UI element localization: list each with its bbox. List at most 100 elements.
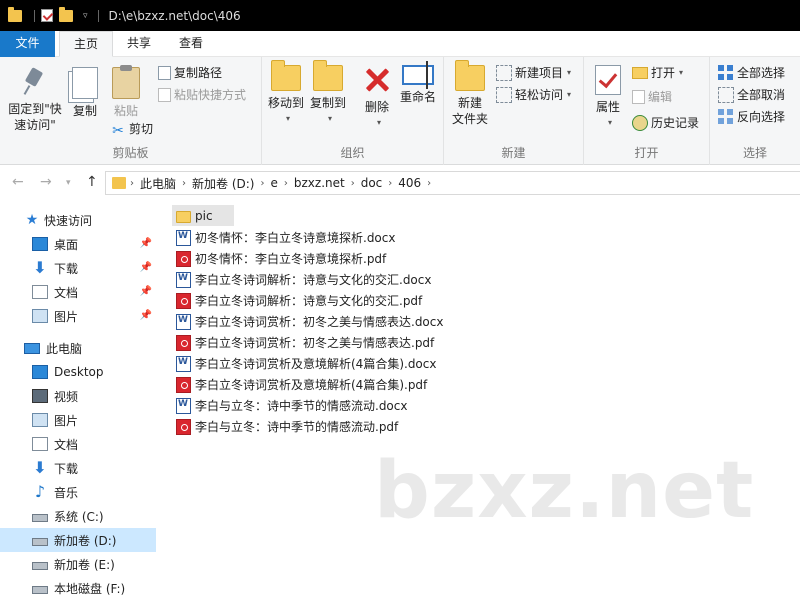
nav-this-pc[interactable]: 此电脑 <box>24 336 156 360</box>
tab-file[interactable]: 文件 <box>0 31 55 57</box>
list-item[interactable]: pic <box>172 205 234 226</box>
file-name: 李白与立冬：诗中季节的情感流动.docx <box>195 399 408 413</box>
breadcrumb-separator-icon[interactable]: › <box>427 178 431 189</box>
nav-item-documents[interactable]: 文档 <box>32 432 156 456</box>
nav-item-desktop[interactable]: Desktop <box>32 360 156 384</box>
list-item[interactable]: 李白与立冬：诗中季节的情感流动.docx <box>172 395 411 416</box>
list-item[interactable]: 李白立冬诗词赏析：初冬之美与情感表达.pdf <box>172 332 438 353</box>
list-item[interactable]: 李白立冬诗词赏析：初冬之美与情感表达.docx <box>172 311 447 332</box>
nav-item-videos[interactable]: 视频 <box>32 384 156 408</box>
window-title: D:\e\bzxz.net\doc\406 <box>108 8 241 23</box>
up-arrow-icon[interactable]: ↑ <box>86 174 98 190</box>
tab-home[interactable]: 主页 <box>59 31 114 57</box>
word-document-icon <box>176 355 191 372</box>
copy-path-button[interactable]: 复制路径 <box>158 63 222 83</box>
nav-label: 系统 (C:) <box>54 509 104 524</box>
nav-item-pictures[interactable]: 图片 <box>32 408 156 432</box>
move-to-label: 移动到 <box>267 96 304 110</box>
nav-item-drive-c[interactable]: 系统 (C:) <box>32 504 156 528</box>
customize-toolbar-chevron-icon[interactable]: ▿ <box>83 11 88 21</box>
properties-label: 属性 <box>595 100 620 114</box>
list-item[interactable]: 李白立冬诗词赏析及意境解析(4篇合集).docx <box>172 353 440 374</box>
breadcrumb-item[interactable]: 此电脑 <box>134 175 182 192</box>
separator <box>97 9 99 22</box>
copy-path-icon <box>158 66 171 80</box>
copy-to-button[interactable]: 复制到 ▾ <box>308 60 348 127</box>
list-item[interactable]: 李白立冬诗词赏析及意境解析(4篇合集).pdf <box>172 374 431 395</box>
nav-quick-access[interactable]: ★ 快速访问 <box>24 208 180 232</box>
pdf-document-icon <box>176 376 191 393</box>
desktop-icon <box>32 237 48 251</box>
select-all-button[interactable]: 全部选择 <box>718 63 785 83</box>
list-item[interactable]: 李白立冬诗词解析：诗意与文化的交汇.docx <box>172 269 435 290</box>
pin-icon: 📌 <box>139 238 152 249</box>
recent-locations-chevron-icon[interactable]: ▾ <box>66 178 71 188</box>
nav-item-desktop-quick[interactable]: 桌面 📌 <box>32 232 156 256</box>
pdf-document-icon <box>176 292 191 309</box>
move-to-button[interactable]: 移动到 ▾ <box>266 60 306 127</box>
cut-button[interactable]: ✂ 剪切 <box>110 119 153 139</box>
invert-selection-label: 反向选择 <box>737 110 786 124</box>
select-all-icon <box>718 65 734 81</box>
list-item[interactable]: 初冬情怀：李白立冬诗意境探析.pdf <box>172 248 390 269</box>
nav-item-drive-d[interactable]: 新加卷 (D:) <box>0 528 156 552</box>
new-folder-button[interactable]: 新建 文件夹 <box>450 60 490 127</box>
properties-button[interactable]: 属性 ▾ <box>590 65 626 131</box>
nav-item-pictures-quick[interactable]: 图片 📌 <box>32 304 156 328</box>
pin-quick-access-button[interactable]: 固定到"快 速访问" <box>4 67 66 133</box>
copy-to-icon <box>313 60 343 91</box>
breadcrumb-item[interactable]: bzxz.net <box>288 176 351 190</box>
tab-view[interactable]: 查看 <box>165 31 217 57</box>
breadcrumb-item[interactable]: e <box>264 176 283 190</box>
open-icon <box>632 67 648 79</box>
chevron-down-icon: ▾ <box>327 114 332 123</box>
paste-shortcut-button[interactable]: 粘贴快捷方式 <box>158 85 246 105</box>
breadcrumb-item[interactable]: 新加卷 (D:) <box>186 175 260 192</box>
open-button[interactable]: 打开 ▾ <box>632 63 683 83</box>
file-name: 李白立冬诗词解析：诗意与文化的交汇.pdf <box>195 294 423 308</box>
new-folder-icon[interactable] <box>59 6 73 22</box>
forward-arrow-icon[interactable]: → <box>40 174 52 190</box>
paste-button[interactable]: 粘贴 <box>108 65 144 119</box>
group-open: 属性 ▾ 打开 ▾ 编辑 历史记录 打开 <box>584 57 710 165</box>
delete-button[interactable]: 删除 ▾ <box>360 65 394 131</box>
list-item[interactable]: 李白与立冬：诗中季节的情感流动.pdf <box>172 416 402 437</box>
group-organize: 移动到 ▾ 复制到 ▾ 删除 ▾ 重命名 组织 <box>262 57 444 165</box>
rename-label: 重命名 <box>399 90 436 104</box>
pictures-icon <box>32 413 48 427</box>
new-item-button[interactable]: 新建项目 ▾ <box>496 63 571 83</box>
new-item-icon <box>496 65 512 81</box>
easy-access-button[interactable]: 轻松访问 ▾ <box>496 85 571 105</box>
back-arrow-icon[interactable]: ← <box>12 174 24 190</box>
nav-item-music[interactable]: ♪ 音乐 <box>32 480 156 504</box>
file-name: pic <box>195 208 213 223</box>
breadcrumb-item[interactable]: 406 <box>392 176 427 190</box>
breadcrumb-item[interactable]: doc <box>355 176 389 190</box>
edit-button[interactable]: 编辑 <box>632 87 672 107</box>
nav-item-downloads-quick[interactable]: ⬇ 下载 📌 <box>32 256 156 280</box>
nav-item-downloads[interactable]: ⬇ 下载 <box>32 456 156 480</box>
list-item[interactable]: 李白立冬诗词解析：诗意与文化的交汇.pdf <box>172 290 426 311</box>
history-button[interactable]: 历史记录 <box>632 113 699 133</box>
drive-icon <box>32 562 48 570</box>
paste-label: 粘贴 <box>113 104 138 118</box>
tab-share[interactable]: 共享 <box>113 31 165 57</box>
invert-selection-button[interactable]: 反向选择 <box>718 107 785 127</box>
nav-item-documents-quick[interactable]: 文档 📌 <box>32 280 156 304</box>
folder-icon[interactable] <box>8 6 22 22</box>
new-item-label: 新建项目 <box>515 66 564 80</box>
file-name: 李白立冬诗词赏析及意境解析(4篇合集).docx <box>195 357 437 371</box>
open-label: 打开 <box>651 66 676 80</box>
ribbon: 固定到"快 速访问" 复制 粘贴 复制路径 粘贴快捷方式 ✂ 剪切 剪贴板 移动… <box>0 57 800 165</box>
file-name: 李白立冬诗词解析：诗意与文化的交汇.docx <box>195 273 432 287</box>
copy-button[interactable]: 复制 <box>68 67 102 119</box>
nav-item-drive-e[interactable]: 新加卷 (E:) <box>32 552 156 576</box>
address-bar[interactable]: › 此电脑 › 新加卷 (D:) › e › bzxz.net › doc › … <box>105 171 800 195</box>
nav-item-drive-f[interactable]: 本地磁盘 (F:) <box>32 576 156 600</box>
list-item[interactable]: 初冬情怀：李白立冬诗意境探析.docx <box>172 227 399 248</box>
select-none-icon <box>718 87 734 103</box>
select-none-button[interactable]: 全部取消 <box>718 85 785 105</box>
rename-button[interactable]: 重命名 <box>398 61 438 105</box>
properties-icon[interactable] <box>41 9 53 22</box>
group-label-open: 打开 <box>634 146 659 160</box>
